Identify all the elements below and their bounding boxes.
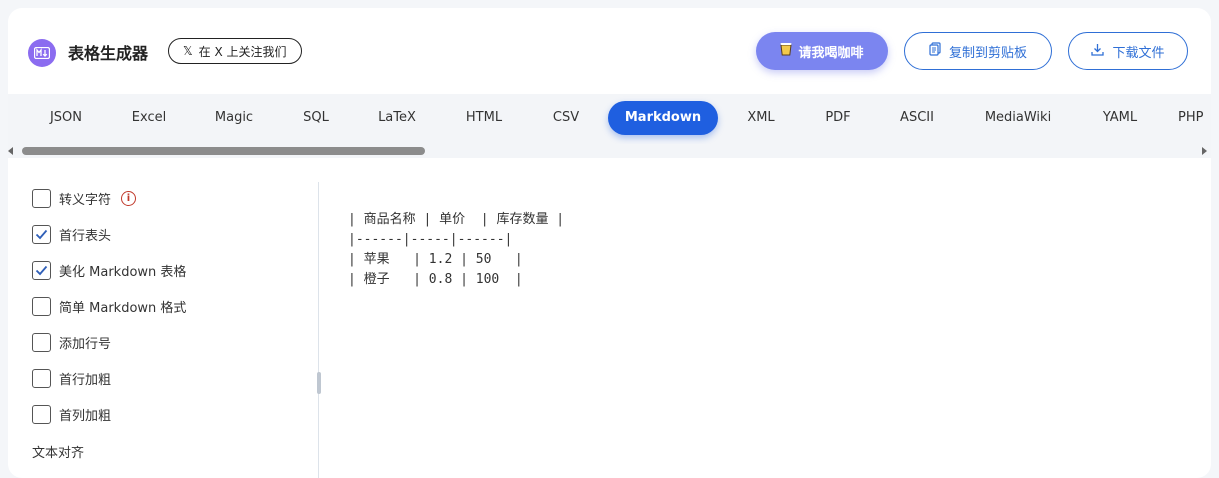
follow-label: 在 X 上关注我们 [198, 44, 287, 59]
tab-json[interactable]: JSON [22, 101, 110, 135]
option-label: 添加行号 [59, 336, 112, 352]
option-prettify-markdown[interactable]: 美化 Markdown 表格 [32, 260, 186, 280]
output-line: |------|-----|------| [348, 232, 513, 247]
follow-on-x-button[interactable]: 𝕏 在 X 上关注我们 [168, 38, 302, 64]
tab-yaml[interactable]: YAML [1080, 101, 1160, 135]
tab-ascii[interactable]: ASCII [880, 101, 954, 135]
checkbox[interactable] [32, 404, 51, 424]
x-logo-icon: 𝕏 [183, 44, 193, 58]
text-align-label: 文本对齐 [32, 446, 85, 461]
output-line: | 商品名称 | 单价 | 库存数量 | [348, 212, 565, 227]
option-escape-chars[interactable]: 转义字符 i [32, 188, 137, 208]
option-bold-first-row[interactable]: 首行加粗 [32, 368, 111, 388]
option-label: 首行加粗 [59, 372, 112, 388]
checkbox[interactable] [32, 188, 51, 208]
copy-label: 复制到剪贴板 [948, 45, 1027, 61]
option-simple-markdown[interactable]: 简单 Markdown 格式 [32, 296, 186, 316]
tabs-scrollbar[interactable] [8, 144, 1211, 158]
tab-excel[interactable]: Excel [108, 101, 190, 135]
info-icon[interactable]: i [121, 190, 137, 206]
output-line: | 橙子 | 0.8 | 100 | [348, 272, 523, 287]
download-file-button[interactable]: 下载文件 [1068, 32, 1188, 70]
option-bold-first-column[interactable]: 首列加粗 [32, 404, 111, 424]
buy-coffee-button[interactable]: 请我喝咖啡 [756, 32, 888, 70]
clipboard-icon [929, 42, 941, 60]
tab-xml[interactable]: XML [726, 101, 796, 135]
download-label: 下载文件 [1112, 45, 1165, 61]
header: 表格生成器 𝕏 在 X 上关注我们 请我喝咖啡 复制到剪贴板 下载文件 [8, 8, 1211, 94]
coffee-label: 请我喝咖啡 [798, 45, 864, 61]
markdown-logo-icon [28, 39, 56, 67]
tab-pdf[interactable]: PDF [802, 101, 874, 135]
option-label: 转义字符 [59, 192, 112, 208]
checkbox[interactable] [32, 296, 51, 316]
panel-divider [318, 182, 319, 478]
checkbox-checked[interactable] [32, 224, 51, 244]
option-label: 首行表头 [59, 228, 112, 244]
scrollbar-thumb[interactable] [22, 147, 425, 155]
tab-mediawiki[interactable]: MediaWiki [966, 101, 1070, 135]
checkbox[interactable] [32, 332, 51, 352]
tab-php[interactable]: PHP [1178, 101, 1211, 135]
copy-to-clipboard-button[interactable]: 复制到剪贴板 [904, 32, 1052, 70]
options-panel: 转义字符 i 首行表头 美化 Markdown 表格 简单 Markdown 格… [8, 182, 318, 478]
option-add-line-numbers[interactable]: 添加行号 [32, 332, 111, 352]
output-line: | 苹果 | 1.2 | 50 | [348, 252, 523, 267]
app-title: 表格生成器 [68, 44, 149, 63]
scroll-left-arrow-icon[interactable] [8, 147, 13, 155]
checkbox[interactable] [32, 368, 51, 388]
app-window: 表格生成器 𝕏 在 X 上关注我们 请我喝咖啡 复制到剪贴板 下载文件 JSON… [8, 8, 1211, 478]
resize-handle[interactable] [317, 372, 321, 394]
tab-markdown[interactable]: Markdown [608, 101, 718, 135]
option-label: 简单 Markdown 格式 [59, 300, 187, 316]
option-label: 首列加粗 [59, 408, 112, 424]
markdown-output[interactable]: | 商品名称 | 单价 | 库存数量 | |------|-----|------… [348, 210, 564, 290]
checkmark-icon [35, 229, 48, 239]
checkmark-icon [35, 265, 48, 275]
checkbox-checked[interactable] [32, 260, 51, 280]
download-icon [1091, 43, 1105, 60]
tab-magic[interactable]: Magic [192, 101, 276, 135]
tab-latex[interactable]: LaTeX [356, 101, 438, 135]
option-label: 美化 Markdown 表格 [59, 264, 187, 280]
coffee-cup-icon [780, 42, 793, 60]
scroll-right-arrow-icon[interactable] [1202, 147, 1207, 155]
option-first-row-header[interactable]: 首行表头 [32, 224, 111, 244]
tab-csv[interactable]: CSV [530, 101, 602, 135]
tab-html[interactable]: HTML [440, 101, 528, 135]
tab-sql[interactable]: SQL [278, 101, 354, 135]
format-tabs: JSON Excel Magic SQL LaTeX HTML CSV Mark… [8, 94, 1211, 144]
